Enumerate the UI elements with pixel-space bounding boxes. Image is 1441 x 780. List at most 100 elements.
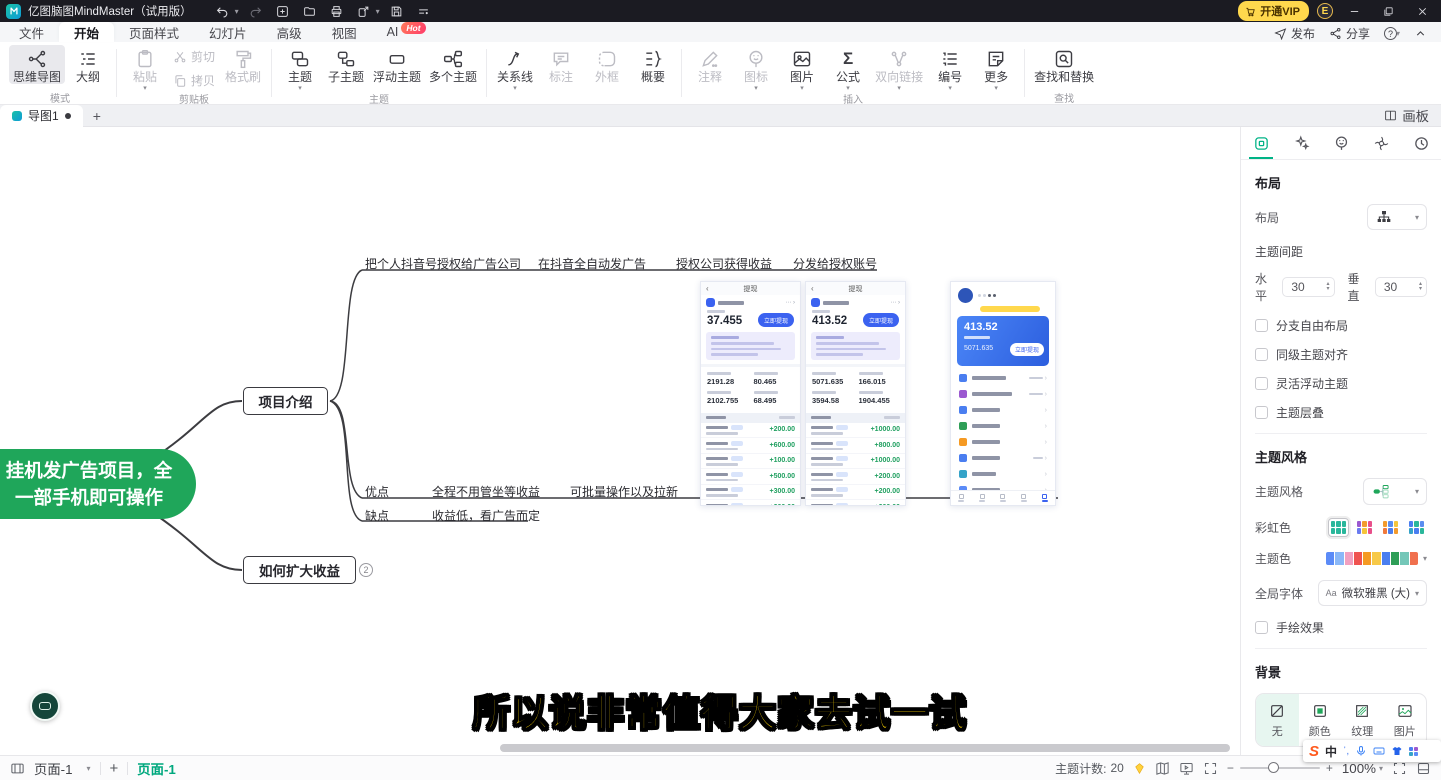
checkbox-sibling-align[interactable]: 同级主题对齐 [1255, 346, 1427, 363]
embedded-screenshot-profile[interactable]: 413.52 5071.635 立即提现 › › › › › › › › [950, 281, 1056, 506]
tab-ai[interactable]: AIHot [372, 22, 441, 42]
new-document-button[interactable] [273, 3, 293, 19]
topic-chain-2[interactable]: 在抖音全自动发广告 [538, 255, 646, 272]
multi-topic-button[interactable]: 多个主题 [425, 45, 481, 84]
topic-expand-income[interactable]: 如何扩大收益 [243, 556, 356, 584]
add-document-tab-button[interactable]: + [83, 108, 111, 124]
bg-option-image[interactable]: 图片 [1384, 694, 1427, 746]
embedded-screenshot-withdraw-2[interactable]: ‹提现 ⋯ › 413.52 立即提现 5071.635 166.015 359… [805, 281, 906, 506]
export-button[interactable] [354, 3, 374, 19]
tab-view[interactable]: 视图 [317, 22, 372, 42]
open-file-button[interactable] [300, 3, 320, 19]
rainbow-palette-1[interactable] [1328, 518, 1349, 537]
slideshow-button[interactable] [1179, 761, 1194, 776]
keyboard-icon[interactable] [1373, 745, 1385, 757]
floating-topic-button[interactable]: 浮动主题 [369, 45, 425, 84]
collapsed-children-badge[interactable]: 2 [359, 563, 373, 577]
microphone-icon[interactable] [1355, 745, 1367, 757]
tab-advanced[interactable]: 高级 [262, 22, 317, 42]
cut-button[interactable]: 剪切 [170, 47, 218, 66]
boundary-button[interactable]: 外框 [584, 45, 630, 84]
tab-style-panel[interactable] [1281, 127, 1321, 159]
ime-mode-indicator[interactable]: 中 [1325, 743, 1337, 760]
topic-chain-3[interactable]: 授权公司获得收益 [676, 255, 772, 272]
minimize-button[interactable] [1341, 2, 1367, 20]
publish-button[interactable]: 发布 [1274, 25, 1315, 42]
callout-button[interactable]: 标注 [538, 45, 584, 84]
topic-cons-1[interactable]: 收益低，看广告而定 [432, 507, 540, 524]
global-font-dropdown[interactable]: Aa微软雅黑 (大)▾ [1318, 580, 1427, 606]
find-replace-button[interactable]: 查找和替换 [1030, 45, 1098, 84]
relationship-button[interactable]: 关系线 ▾ [492, 45, 538, 91]
bg-option-texture[interactable]: 纹理 [1341, 694, 1384, 746]
export-caret-icon[interactable]: ▾ [376, 7, 380, 16]
topic-cons[interactable]: 缺点 [365, 507, 389, 524]
rainbow-palette-3[interactable] [1380, 518, 1401, 537]
page-tab-active[interactable]: 页面-1 [137, 759, 176, 778]
print-button[interactable] [327, 3, 347, 19]
horizontal-scrollbar[interactable] [500, 744, 1230, 752]
topic-pros-2[interactable]: 可批量操作以及拉新 [570, 483, 678, 500]
vip-button[interactable]: 开通VIP [1238, 1, 1309, 21]
topic-button[interactable]: 主题 ▾ [277, 45, 323, 91]
undo-button[interactable] [213, 3, 233, 19]
collapse-ribbon-button[interactable] [1414, 27, 1427, 40]
zoom-slider-knob[interactable] [1268, 762, 1279, 773]
tab-history-panel[interactable] [1401, 127, 1441, 159]
topic-chain-4[interactable]: 分发给授权账号 [793, 255, 877, 272]
tab-home[interactable]: 开始 [59, 22, 114, 42]
page-select-dropdown[interactable]: 页面-1▾ [34, 759, 91, 778]
summary-button[interactable]: 概要 [630, 45, 676, 84]
copy-button[interactable]: 拷贝 [170, 71, 218, 90]
tab-layout-panel[interactable] [1241, 127, 1281, 159]
theme-color-dropdown[interactable]: ▾ [1326, 552, 1427, 565]
checkbox-hand-drawn[interactable]: 手绘效果 [1255, 619, 1427, 636]
mindmap-mode-button[interactable]: 思维导图 [9, 45, 65, 84]
bidirectional-link-button[interactable]: 双向链接 ▾ [871, 45, 927, 91]
share-button[interactable]: 分享 [1329, 25, 1370, 42]
tab-slideshow[interactable]: 幻灯片 [194, 22, 262, 42]
outline-mode-button[interactable]: 大纲 [65, 45, 111, 84]
embedded-screenshot-withdraw-1[interactable]: ‹提现 ⋯ › 37.455 立即提现 2191.28 80.465 2102.… [700, 281, 801, 506]
checkbox-topic-overlap[interactable]: 主题层叠 [1255, 404, 1427, 421]
maximize-button[interactable] [1375, 2, 1401, 20]
close-button[interactable] [1409, 2, 1435, 20]
user-avatar[interactable]: E [1317, 3, 1333, 19]
board-toggle-button[interactable]: 画板 [1384, 106, 1441, 125]
formula-button[interactable]: Σ 公式 ▾ [825, 45, 871, 91]
numbering-button[interactable]: 编号 ▾ [927, 45, 973, 91]
bg-option-color[interactable]: 颜色 [1299, 694, 1342, 746]
layout-dropdown[interactable]: ▾ [1367, 204, 1427, 230]
topic-pros[interactable]: 优点 [365, 483, 389, 500]
root-topic[interactable]: 挂机发广告项目，全 一部手机即可操作 [0, 449, 196, 519]
add-page-button[interactable]: + [110, 760, 119, 777]
skin-icon[interactable] [1391, 745, 1403, 757]
quick-access-more-button[interactable] [414, 3, 434, 19]
zoom-level-dropdown[interactable]: 100%▾ [1342, 761, 1383, 776]
topic-intro[interactable]: 项目介绍 [243, 387, 328, 415]
undo-caret-icon[interactable]: ▾ [235, 7, 239, 16]
topic-pros-1[interactable]: 全程不用管坐等收益 [432, 483, 540, 500]
rainbow-palette-4[interactable] [1406, 518, 1427, 537]
tab-file[interactable]: 文件 [4, 22, 59, 42]
note-button[interactable]: 注释 [687, 45, 733, 84]
pages-overview-button[interactable] [1155, 761, 1170, 776]
zoom-slider[interactable]: − + [1227, 761, 1333, 775]
fullscreen-button[interactable] [1392, 761, 1407, 776]
subtopic-button[interactable]: 子主题 [323, 45, 369, 84]
mindmap-canvas[interactable]: 挂机发广告项目，全 一部手机即可操作 项目介绍 如何扩大收益 2 把个人抖音号授… [0, 127, 1240, 755]
ime-punctuation-icon[interactable]: ᾿, [1343, 746, 1349, 757]
collapse-statusbar-button[interactable] [1416, 761, 1431, 776]
rainbow-palette-2[interactable] [1354, 518, 1375, 537]
topic-chain-1[interactable]: 把个人抖音号授权给广告公司 [365, 255, 521, 272]
ime-toolbar[interactable]: S 中 ᾿, [1303, 740, 1441, 762]
more-insert-button[interactable]: 更多 ▾ [973, 45, 1019, 91]
save-button[interactable] [387, 3, 407, 19]
checkbox-flexible-floating[interactable]: 灵活浮动主题 [1255, 375, 1427, 392]
redo-button[interactable] [246, 3, 266, 19]
tab-page-style[interactable]: 页面样式 [114, 22, 194, 42]
theme-style-dropdown[interactable]: ▾ [1363, 478, 1427, 505]
sticker-button[interactable]: 图标 ▾ [733, 45, 779, 91]
help-button[interactable]: ?▾ [1384, 27, 1400, 40]
horizontal-spacing-stepper[interactable]: 30▴▾ [1282, 277, 1334, 297]
